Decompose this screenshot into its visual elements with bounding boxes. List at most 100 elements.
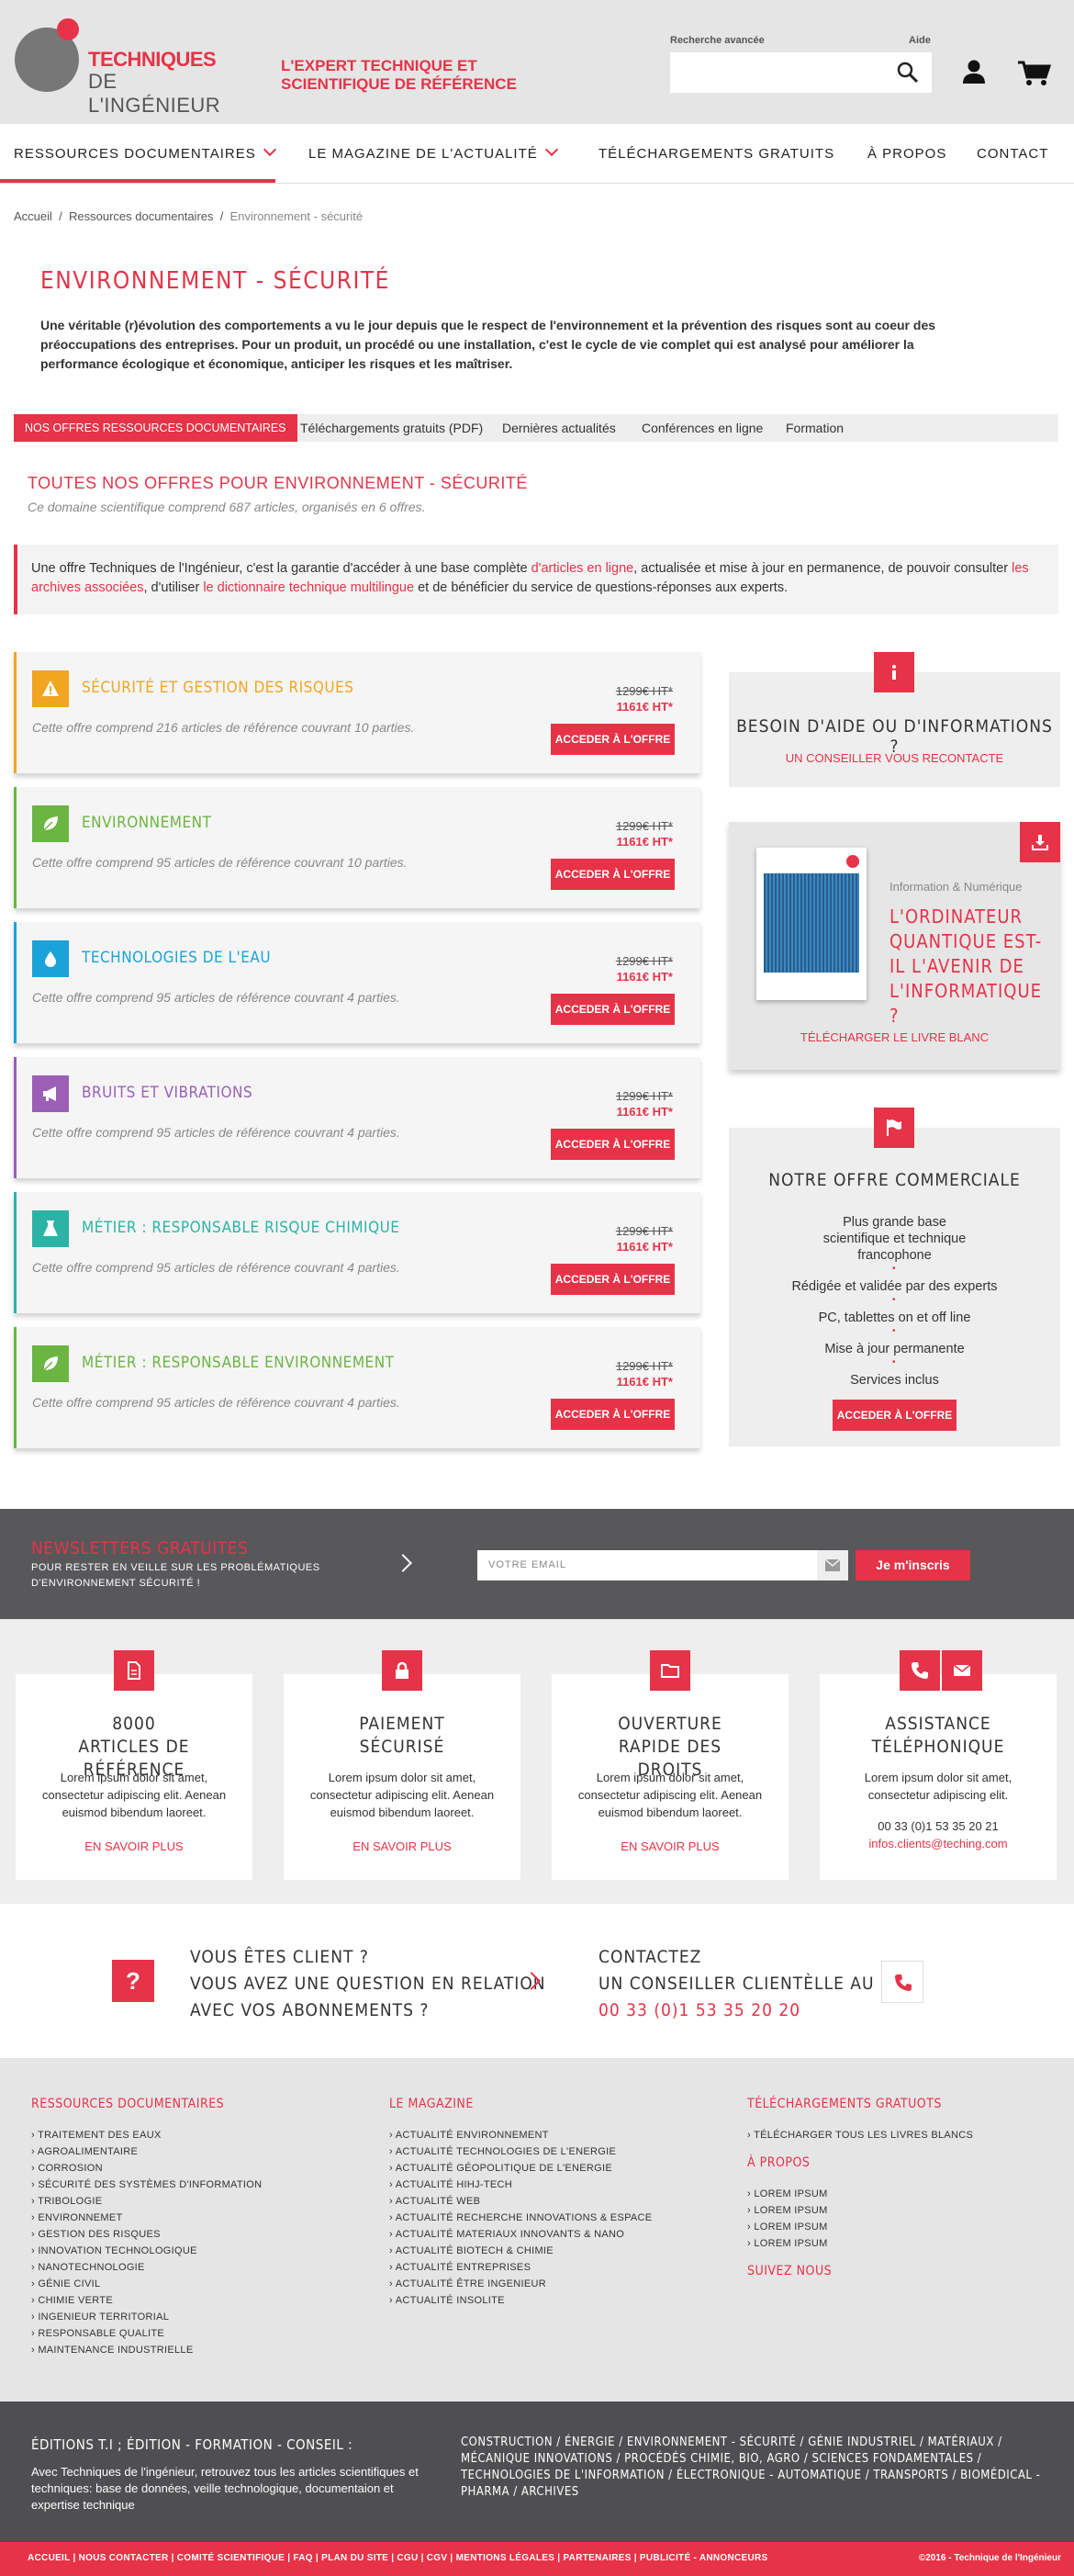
offer-new-price: 1161€ HT* bbox=[616, 700, 673, 714]
support-email-link[interactable]: infos.clients@teching.com bbox=[820, 1837, 1057, 1850]
site-logo[interactable]: TECHNIQUES DE L'INGÉNIEUR bbox=[15, 18, 240, 117]
footer-link[interactable]: › ACTUALITÉ HIHJ-TECH bbox=[389, 2177, 652, 2193]
client-phone[interactable]: 00 33 (0)1 53 35 20 20 bbox=[599, 1997, 875, 2024]
whitepaper-cover[interactable] bbox=[756, 848, 867, 1000]
footer-link[interactable]: › ACTUALITÉ ENTREPRISES bbox=[389, 2259, 652, 2276]
nav-item-a-propos[interactable]: À PROPOS bbox=[867, 146, 946, 162]
breadcrumb-home[interactable]: Accueil bbox=[14, 209, 52, 223]
offer-description: Une offre Techniques de l'Ingénieur, c'e… bbox=[14, 545, 1058, 614]
footer-link[interactable]: › ACTUALITÉ WEB bbox=[389, 2193, 652, 2210]
offer-desc: Cette offre comprend 95 articles de réfé… bbox=[32, 1260, 400, 1275]
dictionary-link[interactable]: le dictionnaire technique multilingue bbox=[203, 580, 414, 595]
nav-item-telechargements[interactable]: TÉLÉCHARGEMENTS GRATUITS bbox=[599, 146, 834, 162]
footer-link[interactable]: › LOREM IPSUM bbox=[747, 2186, 973, 2202]
footer-link[interactable]: › ACTUALITÉ ENVIRONNEMENT bbox=[389, 2127, 652, 2143]
footer-link[interactable]: › GESTION DES RISQUES bbox=[31, 2226, 262, 2243]
footer-link[interactable]: › INNOVATION TECHNOLOGIQUE bbox=[31, 2243, 262, 2259]
footer-link[interactable]: › CHIMIE VERTE bbox=[31, 2292, 262, 2309]
copyright: ©2016 - Technique de l'Ingénieur bbox=[918, 2553, 1061, 2563]
help-link[interactable]: Aide bbox=[909, 35, 931, 46]
footer-link[interactable]: › ACTUALITÉ MATERIAUX INNOVANTS & NANO bbox=[389, 2226, 652, 2243]
client-contact: CONTACTEZ UN CONSEILLER CLIENTÈLLE AU 00… bbox=[599, 1944, 875, 2024]
cart-icon[interactable] bbox=[1017, 61, 1052, 86]
articles-link[interactable]: d'articles en ligne bbox=[531, 561, 634, 576]
footer-link[interactable]: › TÉLÉCHARGER TOUS LES LIVRES BLANCS bbox=[747, 2127, 973, 2143]
learn-more-link[interactable]: EN SAVOIR PLUS bbox=[552, 1839, 789, 1853]
search-input[interactable] bbox=[670, 52, 932, 93]
email-input[interactable]: VOTRE EMAIL bbox=[477, 1550, 817, 1580]
question-icon: ? bbox=[112, 1960, 154, 2002]
tab-formation[interactable]: Formation bbox=[775, 414, 855, 442]
access-offer-button[interactable]: ACCEDER À L'OFFRE bbox=[551, 724, 675, 755]
footer-link[interactable]: › CORROSION bbox=[31, 2160, 262, 2177]
offer-title[interactable]: MÉTIER : RESPONSABLE RISQUE CHIMIQUE bbox=[82, 1219, 399, 1237]
footer-link[interactable]: › ACTUALITÉ ÊTRE INGENIEUR bbox=[389, 2276, 652, 2292]
learn-more-link[interactable]: EN SAVOIR PLUS bbox=[16, 1839, 252, 1853]
tab-conferences[interactable]: Conférences en ligne bbox=[631, 414, 774, 442]
footer-link[interactable]: › LOREM IPSUM bbox=[747, 2235, 973, 2252]
access-offer-button[interactable]: ACCEDER À L'OFFRE bbox=[551, 1264, 675, 1295]
advanced-search-link[interactable]: Recherche avancée bbox=[670, 35, 765, 46]
download-icon[interactable] bbox=[1020, 822, 1060, 862]
learn-more-link[interactable]: EN SAVOIR PLUS bbox=[284, 1839, 520, 1853]
footer-link[interactable]: › ACTUALITÉ GÉOPOLITIQUE DE L'ENERGIE bbox=[389, 2160, 652, 2177]
footer-link[interactable]: › TRIBOLOGIE bbox=[31, 2193, 262, 2210]
nav-item-contact[interactable]: CONTACT bbox=[977, 146, 1048, 162]
footer-bottom-links[interactable]: ACCUEIL | NOUS CONTACTER | COMITÉ SCIENT… bbox=[28, 2553, 768, 2563]
offer-title[interactable]: BRUITS ET VIBRATIONS bbox=[82, 1084, 252, 1102]
footer-link[interactable]: › ACTUALITÉ BIOTECH & CHIMIE bbox=[389, 2243, 652, 2259]
footer-link[interactable]: › ACTUALITÉ RECHERCHE INNOVATIONS & ESPA… bbox=[389, 2210, 652, 2226]
footer-links: RESSOURCES DOCUMENTAIRES › TRAITEMENT DE… bbox=[0, 2058, 1074, 2402]
access-offer-button[interactable]: ACCEDER À L'OFFRE bbox=[551, 859, 675, 890]
footer-domain-tags[interactable]: CONSTRUCTION / ÉNERGIE / ENVIRONNEMENT -… bbox=[461, 2435, 1048, 2501]
offer-title[interactable]: SÉCURITÉ ET GESTION DES RISQUES bbox=[82, 679, 353, 697]
access-offer-button[interactable]: ACCEDER À L'OFFRE bbox=[551, 994, 675, 1025]
footer-link[interactable]: › LOREM IPSUM bbox=[747, 2202, 973, 2219]
footer-link[interactable]: › RESPONSABLE QUALITE bbox=[31, 2325, 262, 2342]
offer-card: BRUITS ET VIBRATIONS Cette offre compren… bbox=[14, 1057, 700, 1178]
nav-item-ressources[interactable]: RESSOURCES DOCUMENTAIRES bbox=[14, 142, 276, 162]
user-account-icon[interactable] bbox=[962, 59, 986, 84]
search-icon[interactable] bbox=[896, 61, 920, 84]
offer-title[interactable]: MÉTIER : RESPONSABLE ENVIRONNEMENT bbox=[82, 1354, 394, 1372]
footer-editions: ÉDITIONS T.I ; ÉDITION - FORMATION - CON… bbox=[0, 2402, 1074, 2542]
footer-link[interactable]: › NANOTECHNOLOGIE bbox=[31, 2259, 262, 2276]
tab-telechargements[interactable]: Téléchargements gratuits (PDF) bbox=[289, 414, 494, 442]
footer-link[interactable]: › INGENIEUR TERRITORIAL bbox=[31, 2309, 262, 2325]
phone-icon[interactable] bbox=[881, 1961, 923, 2003]
breadcrumb-ressources[interactable]: Ressources documentaires bbox=[69, 209, 214, 223]
tab-actualites[interactable]: Dernières actualités bbox=[491, 414, 627, 442]
offer-color-bar bbox=[14, 1192, 17, 1313]
commercial-list: Plus grande base scientifique et techniq… bbox=[729, 1214, 1060, 1403]
footer-link[interactable]: › AGROALIMENTAIRE bbox=[31, 2143, 262, 2160]
chevron-right-icon bbox=[394, 1554, 412, 1572]
footer-link[interactable]: › ACTUALITÉ TECHNOLOGIES DE L'ENERGIE bbox=[389, 2143, 652, 2160]
footer-link[interactable]: › GÉNIE CIVIL bbox=[31, 2276, 262, 2292]
whitepaper-title[interactable]: L'ORDINATEUR QUANTIQUE EST-IL L'AVENIR D… bbox=[889, 905, 1046, 1029]
access-offer-button[interactable]: ACCEDER À L'OFFRE bbox=[551, 1399, 675, 1430]
footer-link[interactable]: › SÉCURITÉ DES SYSTÈMES D'INFORMATION bbox=[31, 2177, 262, 2193]
feature-card: 8000 ARTICLES DE RÉFÉRENCE Lorem ipsum d… bbox=[16, 1650, 252, 1880]
feature-desc: Lorem ipsum dolor sit amet, consectetur … bbox=[41, 1771, 227, 1819]
footer-link[interactable]: › ENVIRONNEMET bbox=[31, 2210, 262, 2226]
nav-item-magazine[interactable]: LE MAGAZINE DE L'ACTUALITÉ bbox=[308, 142, 558, 162]
offer-title[interactable]: ENVIRONNEMENT bbox=[82, 814, 211, 832]
tab-offres[interactable]: NOS OFFRES RESSOURCES DOCUMENTAIRES bbox=[14, 414, 297, 442]
info-icon bbox=[874, 652, 914, 692]
footer-link[interactable]: › TRAITEMENT DES EAUX bbox=[31, 2127, 262, 2143]
offer-title[interactable]: TECHNOLOGIES DE L'EAU bbox=[82, 949, 271, 967]
subscribe-button[interactable]: Je m'inscris bbox=[856, 1550, 970, 1580]
editions-desc: Avec Techniques de l'ingénieur, retrouve… bbox=[31, 2465, 419, 2512]
list-item: Rédigée et validée par des experts bbox=[729, 1278, 1060, 1309]
warning-icon bbox=[32, 670, 69, 707]
offer-new-price: 1161€ HT* bbox=[616, 1375, 673, 1389]
footer-link[interactable]: › MAINTENANCE INDUSTRIELLE bbox=[31, 2342, 262, 2358]
access-offer-button[interactable]: ACCEDER À L'OFFRE bbox=[833, 1400, 957, 1431]
feature-card: PAIEMENT SÉCURISÉ Lorem ipsum dolor sit … bbox=[284, 1650, 520, 1880]
offer-color-bar bbox=[14, 922, 17, 1043]
access-offer-button[interactable]: ACCEDER À L'OFFRE bbox=[551, 1129, 675, 1160]
footer-link[interactable]: › LOREM IPSUM bbox=[747, 2219, 973, 2235]
footer-link[interactable]: › ACTUALITÉ INSOLITE bbox=[389, 2292, 652, 2309]
download-whitepaper-link[interactable]: TÉLÉCHARGER LE LIVRE BLANC bbox=[729, 1030, 1060, 1044]
callback-link[interactable]: UN CONSEILLER VOUS RECONTACTE bbox=[729, 751, 1060, 765]
